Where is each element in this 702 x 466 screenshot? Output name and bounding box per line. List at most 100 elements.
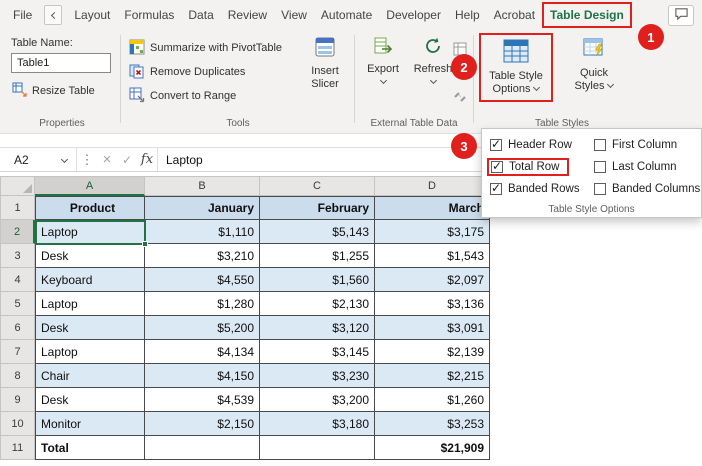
row-header-10[interactable]: 10 — [0, 412, 35, 436]
row-header-6[interactable]: 6 — [0, 316, 35, 340]
cell-A1[interactable]: Product — [35, 196, 145, 220]
cell-D5[interactable]: $3,136 — [375, 292, 490, 316]
cell-D10[interactable]: $3,253 — [375, 412, 490, 436]
row-header-7[interactable]: 7 — [0, 340, 35, 364]
cell-B8[interactable]: $4,150 — [145, 364, 260, 388]
cell-A11[interactable]: Total — [35, 436, 145, 460]
cell-B4[interactable]: $4,550 — [145, 268, 260, 292]
tab-layout[interactable]: Layout — [67, 0, 117, 30]
column-header-B[interactable]: B — [145, 176, 260, 196]
insert-function-icon[interactable]: fx — [137, 148, 157, 171]
cell-D7[interactable]: $2,139 — [375, 340, 490, 364]
option-first-column[interactable]: First Column — [592, 139, 697, 151]
checkbox-header-row[interactable] — [490, 139, 502, 151]
summarize-with-pivottable-button[interactable]: Summarize with PivotTable — [126, 37, 285, 59]
cell-C7[interactable]: $3,145 — [260, 340, 375, 364]
row-header-1[interactable]: 1 — [0, 196, 35, 220]
row-header-3[interactable]: 3 — [0, 244, 35, 268]
cell-B10[interactable]: $2,150 — [145, 412, 260, 436]
cell-D11[interactable]: $21,909 — [375, 436, 490, 460]
export-button[interactable]: Export — [359, 33, 407, 83]
option-banded-rows[interactable]: Banded Rows — [488, 183, 592, 195]
option-total-row[interactable]: Total Row — [487, 158, 569, 176]
cell-A3[interactable]: Desk — [35, 244, 145, 268]
unlink-icon[interactable] — [453, 89, 467, 106]
cell-B6[interactable]: $5,200 — [145, 316, 260, 340]
cell-D4[interactable]: $2,097 — [375, 268, 490, 292]
cell-B2[interactable]: $1,110 — [145, 220, 260, 244]
cell-C6[interactable]: $3,120 — [260, 316, 375, 340]
formula-bar-input[interactable]: Laptop — [158, 153, 203, 167]
cell-D1[interactable]: March — [375, 196, 490, 220]
cell-D9[interactable]: $1,260 — [375, 388, 490, 412]
tab-file[interactable]: File — [6, 0, 39, 30]
name-box[interactable]: A2 — [0, 148, 76, 171]
cell-A2[interactable]: Laptop — [35, 220, 145, 244]
cell-A6[interactable]: Desk — [35, 316, 145, 340]
cancel-icon[interactable]: × — [97, 148, 117, 171]
cell-C2[interactable]: $5,143 — [260, 220, 375, 244]
cell-A4[interactable]: Keyboard — [35, 268, 145, 292]
cell-C5[interactable]: $2,130 — [260, 292, 375, 316]
cell-C4[interactable]: $1,560 — [260, 268, 375, 292]
checkbox-banded-columns[interactable] — [594, 183, 606, 195]
cell-C3[interactable]: $1,255 — [260, 244, 375, 268]
remove-duplicates-button[interactable]: Remove Duplicates — [126, 61, 285, 83]
tab-automate[interactable]: Automate — [314, 0, 379, 30]
quick-styles-button[interactable]: Quick Styles — [565, 33, 623, 93]
cell-D3[interactable]: $1,543 — [375, 244, 490, 268]
tab-formulas[interactable]: Formulas — [117, 0, 181, 30]
cell-C11[interactable] — [260, 436, 375, 460]
cell-B5[interactable]: $1,280 — [145, 292, 260, 316]
row-header-2[interactable]: 2 — [0, 220, 35, 244]
row-header-8[interactable]: 8 — [0, 364, 35, 388]
insert-slicer-button[interactable]: Insert Slicer — [300, 33, 350, 91]
tab-table-design[interactable]: Table Design — [542, 2, 632, 28]
tab-help[interactable]: Help — [448, 0, 487, 30]
cell-A5[interactable]: Laptop — [35, 292, 145, 316]
convert-to-range-button[interactable]: Convert to Range — [126, 85, 285, 107]
formula-bar-menu-icon[interactable]: ⋮ — [77, 148, 97, 171]
refresh-button[interactable]: Refresh — [409, 33, 457, 83]
cell-D2[interactable]: $3,175 — [375, 220, 490, 244]
cell-C1[interactable]: February — [260, 196, 375, 220]
cell-A9[interactable]: Desk — [35, 388, 145, 412]
cell-A8[interactable]: Chair — [35, 364, 145, 388]
cell-C9[interactable]: $3,200 — [260, 388, 375, 412]
cell-A10[interactable]: Monitor — [35, 412, 145, 436]
cell-C10[interactable]: $3,180 — [260, 412, 375, 436]
cell-B11[interactable] — [145, 436, 260, 460]
checkbox-first-column[interactable] — [594, 139, 606, 151]
tab-developer[interactable]: Developer — [379, 0, 448, 30]
select-all-corner[interactable] — [0, 176, 35, 196]
cell-A7[interactable]: Laptop — [35, 340, 145, 364]
option-last-column[interactable]: Last Column — [592, 161, 697, 173]
tab-view[interactable]: View — [274, 0, 314, 30]
checkbox-total-row[interactable] — [491, 161, 503, 173]
tab-data[interactable]: Data — [181, 0, 220, 30]
row-header-11[interactable]: 11 — [0, 436, 35, 460]
column-header-D[interactable]: D — [375, 176, 490, 196]
ribbon-collapse-button[interactable] — [44, 5, 62, 25]
checkbox-banded-rows[interactable] — [490, 183, 502, 195]
option-banded-columns[interactable]: Banded Columns — [592, 183, 697, 195]
cell-D8[interactable]: $2,215 — [375, 364, 490, 388]
column-header-A[interactable]: A — [35, 176, 145, 196]
cell-D6[interactable]: $3,091 — [375, 316, 490, 340]
comments-button[interactable] — [668, 5, 694, 26]
tab-review[interactable]: Review — [221, 0, 274, 30]
cell-C8[interactable]: $3,230 — [260, 364, 375, 388]
cell-B1[interactable]: January — [145, 196, 260, 220]
checkbox-last-column[interactable] — [594, 161, 606, 173]
table-name-input[interactable] — [11, 53, 111, 73]
row-header-4[interactable]: 4 — [0, 268, 35, 292]
row-header-5[interactable]: 5 — [0, 292, 35, 316]
tab-acrobat[interactable]: Acrobat — [487, 0, 542, 30]
cell-B7[interactable]: $4,134 — [145, 340, 260, 364]
resize-table-button[interactable]: Resize Table — [9, 80, 98, 102]
cell-B9[interactable]: $4,539 — [145, 388, 260, 412]
row-header-9[interactable]: 9 — [0, 388, 35, 412]
column-header-C[interactable]: C — [260, 176, 375, 196]
cell-B3[interactable]: $3,210 — [145, 244, 260, 268]
enter-icon[interactable]: ✓ — [117, 148, 137, 171]
